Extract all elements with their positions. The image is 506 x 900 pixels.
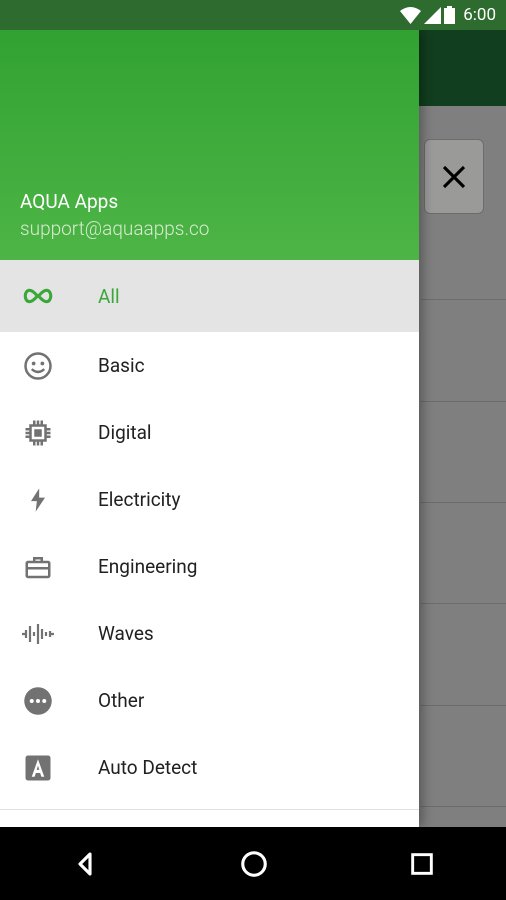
bolt-icon	[20, 482, 56, 518]
drawer-item-basic[interactable]: Basic	[0, 332, 419, 399]
signal-icon	[424, 7, 441, 24]
drawer-item-electricity[interactable]: Electricity	[0, 466, 419, 533]
system-nav-bar	[0, 827, 506, 900]
drawer-subtitle: support@aquaapps.co	[20, 217, 399, 240]
auto-a-icon	[20, 750, 56, 786]
smiley-icon	[20, 348, 56, 384]
drawer-item-other[interactable]: Other	[0, 667, 419, 734]
home-button[interactable]	[239, 849, 269, 879]
drawer-item-label: Electricity	[98, 488, 181, 511]
status-time: 6:00	[463, 5, 496, 25]
drawer-divider	[0, 809, 419, 810]
drawer-item-label: Engineering	[98, 555, 197, 578]
close-button[interactable]	[424, 139, 484, 214]
drawer-header: AQUA Apps support@aquaapps.co	[0, 30, 419, 260]
briefcase-icon	[20, 549, 56, 585]
drawer-item-engineering[interactable]: Engineering	[0, 533, 419, 600]
bg-divider	[421, 705, 506, 706]
wifi-icon	[400, 7, 421, 24]
close-icon	[439, 162, 469, 192]
ellipsis-icon	[20, 683, 56, 719]
recent-apps-button[interactable]	[408, 850, 436, 878]
bg-divider	[421, 401, 506, 402]
drawer-list: All Basic Digital Electricity	[0, 260, 419, 827]
drawer-item-auto-detect[interactable]: Auto Detect	[0, 734, 419, 801]
drawer-title: AQUA Apps	[20, 190, 399, 213]
drawer-item-label: Other	[98, 689, 144, 712]
drawer-item-label: Waves	[98, 622, 154, 645]
drawer-item-label: Basic	[98, 354, 145, 377]
infinity-icon	[20, 278, 56, 314]
chip-icon	[20, 415, 56, 451]
drawer-item-label: All	[98, 285, 120, 308]
drawer-item-all[interactable]: All	[0, 260, 419, 332]
navigation-drawer: AQUA Apps support@aquaapps.co All Basic …	[0, 30, 419, 827]
status-bar: 6:00	[0, 0, 506, 30]
drawer-item-label: Digital	[98, 421, 152, 444]
back-button[interactable]	[70, 849, 100, 879]
battery-icon	[444, 6, 455, 24]
bg-divider	[421, 299, 506, 300]
bg-divider	[421, 806, 506, 807]
drawer-item-label: Auto Detect	[98, 756, 197, 779]
bg-divider	[421, 502, 506, 503]
waves-icon	[20, 616, 56, 652]
drawer-item-digital[interactable]: Digital	[0, 399, 419, 466]
drawer-item-waves[interactable]: Waves	[0, 600, 419, 667]
bg-divider	[421, 603, 506, 604]
status-icons: 6:00	[400, 5, 496, 25]
